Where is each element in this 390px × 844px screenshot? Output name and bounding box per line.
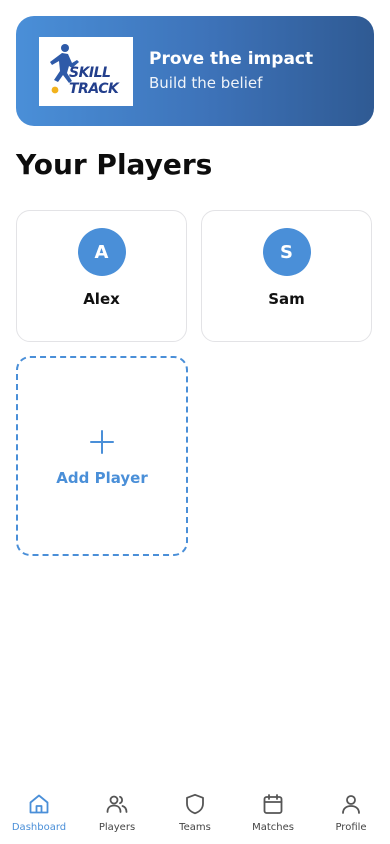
shield-icon xyxy=(186,793,204,815)
logo-text-line1: SKILL xyxy=(69,64,111,81)
hero-subtitle: Build the belief xyxy=(149,74,263,92)
nav-item-teams[interactable]: Teams xyxy=(156,792,234,844)
hero-text: Prove the impact Build the belief xyxy=(149,48,313,94)
avatar: S xyxy=(262,228,311,276)
user-icon xyxy=(342,795,360,814)
nav-item-players[interactable]: Players xyxy=(78,792,156,844)
nav-label: Dashboard xyxy=(11,822,67,833)
nav-label: Profile xyxy=(335,822,367,833)
nav-item-matches[interactable]: Matches xyxy=(234,792,312,844)
calendar-icon xyxy=(263,794,283,814)
page-title: Your Players xyxy=(16,148,213,181)
avatar: A xyxy=(77,228,126,276)
bottom-nav: Dashboard Players Teams Matches Profile xyxy=(0,792,390,844)
plus-icon xyxy=(89,429,115,455)
nav-label: Players xyxy=(98,822,136,833)
hero-title: Prove the impact xyxy=(149,49,314,69)
player-name: Alex xyxy=(83,290,120,308)
player-card-sam[interactable]: S Sam xyxy=(201,210,372,342)
logo-text-line2: TRACK xyxy=(69,80,119,97)
home-icon xyxy=(29,794,49,814)
hero-banner: SKILL TRACK Prove the impact Build the b… xyxy=(16,16,374,126)
nav-label: Teams xyxy=(179,822,211,833)
add-player-button[interactable]: Add Player xyxy=(16,356,188,556)
nav-item-profile[interactable]: Profile xyxy=(312,792,390,844)
skill-track-logo: SKILL TRACK xyxy=(39,36,133,106)
add-player-label: Add Player xyxy=(56,469,148,487)
player-card-alex[interactable]: A Alex xyxy=(16,210,187,342)
users-icon xyxy=(106,795,128,813)
nav-item-dashboard[interactable]: Dashboard xyxy=(0,792,78,844)
nav-label: Matches xyxy=(252,822,294,833)
player-name: Sam xyxy=(268,290,305,308)
